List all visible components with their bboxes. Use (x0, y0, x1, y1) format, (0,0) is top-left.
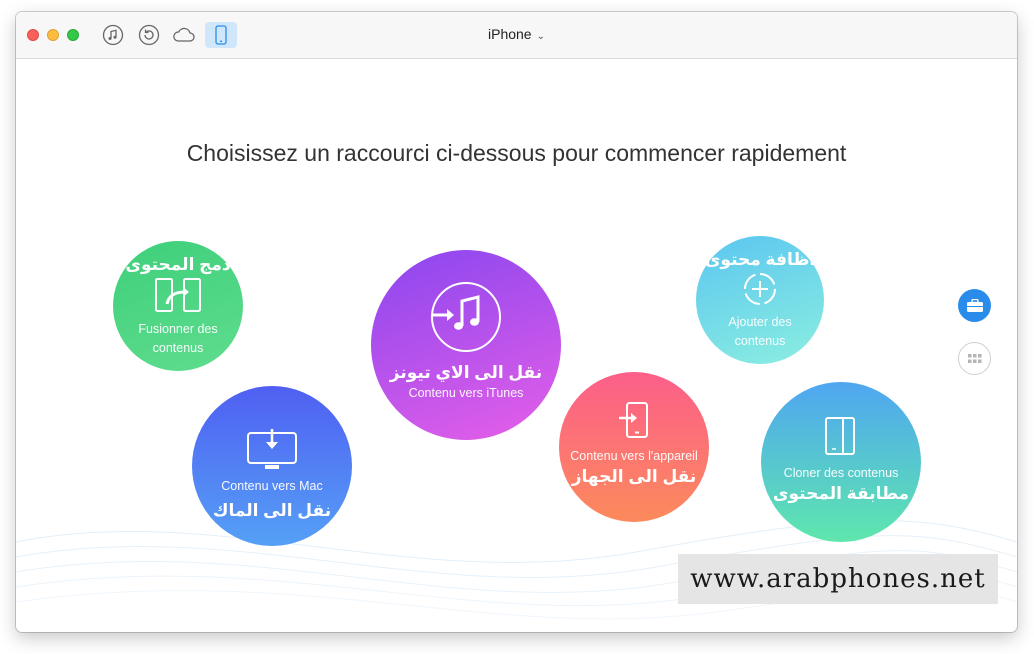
device-selector[interactable]: iPhone ⌄ (16, 26, 1017, 42)
itunes-label-fr: Contenu vers iTunes (408, 385, 524, 400)
toolbox-button[interactable] (958, 289, 991, 322)
merge-label-ar: دمج المحتوى (125, 255, 231, 274)
device-label-ar: نقل الى الجهاز (571, 466, 697, 486)
add-label-ar: اظافة محتوى (704, 250, 816, 269)
shortcut-content-to-mac[interactable]: Contenu vers Mac نقل الى الماك (192, 386, 352, 546)
toolbox-icon (966, 298, 983, 312)
mac-label-fr: Contenu vers Mac (221, 478, 323, 493)
mac-label-ar: نقل الى الماك (212, 500, 332, 520)
watermark: www.arabphones.net (678, 554, 998, 604)
shortcut-add-contents[interactable]: اظافة محتوى Ajouter des contenus (696, 236, 824, 364)
clone-device-icon (825, 416, 855, 455)
shortcut-merge-contents[interactable]: دمج المحتوى Fusionner des contenus (113, 241, 243, 371)
shortcut-content-to-device[interactable]: Contenu vers l'appareil نقل الى الجهاز (559, 372, 709, 522)
device-title: iPhone (488, 26, 532, 42)
monitor-download-icon (247, 428, 297, 469)
device-label-fr: Contenu vers l'appareil (570, 448, 698, 463)
chevron-down-icon: ⌄ (536, 31, 545, 42)
add-label-fr: Ajouter des contenus (728, 315, 792, 348)
merge-devices-icon (155, 278, 201, 312)
shortcut-clone-contents[interactable]: Cloner des contenus مطابقة المحتوى (761, 382, 921, 542)
itunes-label-ar: نقل الى الاي تيونز (389, 362, 543, 382)
app-window: iPhone ⌄ Choisissez un raccourci ci-desso… (16, 12, 1017, 632)
clone-label-fr: Cloner des contenus (783, 465, 899, 480)
clone-label-ar: مطابقة المحتوى (772, 483, 910, 503)
merge-label-fr: Fusionner des contenus (138, 322, 218, 355)
grid-view-button[interactable] (958, 342, 991, 375)
itunes-icon (431, 281, 501, 352)
title-bar: iPhone ⌄ (16, 12, 1017, 59)
page-headline: Choisissez un raccourci ci-dessous pour … (186, 140, 847, 166)
phone-import-icon (619, 401, 648, 438)
grid-icon (967, 353, 981, 363)
shortcut-content-to-itunes[interactable]: نقل الى الاي تيونز Contenu vers iTunes (371, 250, 561, 440)
add-circle-icon (744, 273, 776, 305)
